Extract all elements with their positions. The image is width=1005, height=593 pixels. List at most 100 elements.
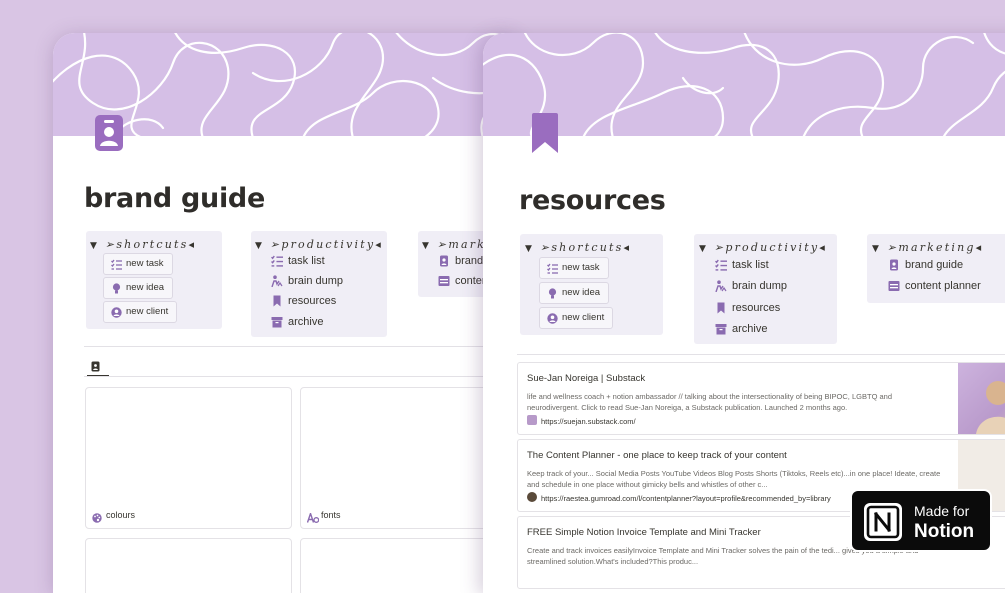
toggle-heading: ➢productivity◂ [269,238,383,251]
marketing-block: ▼ ➢marketing◂ brand guide content planner [867,234,1005,303]
badge-made-for-text: Made for [914,503,970,519]
card-title: fonts [321,510,341,520]
gallery-card-fonts[interactable]: fonts [300,387,507,529]
toggle-triangle-icon[interactable]: ▼ [255,241,262,251]
brain-icon [271,275,283,290]
new-idea-button[interactable]: new idea [539,282,610,307]
checklist-icon [715,259,727,274]
new-client-button[interactable]: new client [539,307,614,332]
link-label: brain dump [732,280,788,292]
task-list-link[interactable]: task list [271,255,325,267]
gallery-view-tab[interactable] [87,355,109,377]
notion-logo-icon [864,503,902,541]
new-task-button[interactable]: new task [103,253,173,275]
toggle-triangle-icon[interactable]: ▼ [90,241,97,251]
checklist-icon [111,258,122,278]
new-idea-button[interactable]: new idea [103,277,174,302]
pill-label: new idea [126,282,165,293]
bookmark-icon[interactable] [532,113,558,158]
new-task-button[interactable]: new task [539,257,609,279]
gallery-divider [84,376,523,377]
palette-icon [92,510,102,528]
bookmark-title: Sue-Jan Noreiga | Substack [527,373,646,384]
fonts-icon [306,510,320,528]
user-circle-icon [547,312,558,332]
toggle-triangle-icon[interactable]: ▼ [872,244,879,254]
bookmark-substack[interactable]: Sue-Jan Noreiga | Substack life and well… [517,362,1005,435]
shortcuts-block: ▼ ➢shortcuts◂ new task new idea new clien… [520,234,663,335]
pill-label: new client [562,312,605,323]
productivity-block: ▼ ➢productivity◂ task list brain dump res… [694,234,837,344]
lightbulb-icon [111,282,122,302]
checklist-icon [271,255,283,270]
user-circle-icon [111,306,122,326]
made-for-notion-badge: Made for Notion [850,489,992,552]
toggle-heading: ➢mark [436,238,487,251]
toggle-triangle-icon[interactable]: ▼ [525,244,532,254]
toggle-heading: ➢productivity◂ [713,241,827,254]
resources-link[interactable]: resources [273,295,337,307]
bookmark-title: The Content Planner - one place to keep … [527,450,787,461]
archive-icon [271,316,283,331]
new-client-button[interactable]: new client [103,301,178,326]
bookmark-url: https://raestea.gumroad.com/l/contentpla… [541,494,831,503]
cover-pattern [483,33,1005,136]
page-title: brand guide [84,183,265,214]
bookmark-thumbnail [958,363,1005,434]
shortcuts-toggle[interactable]: ▼ ➢shortcuts◂ [86,237,222,253]
archive-link[interactable]: archive [271,316,323,328]
productivity-block: ▼ ➢productivity◂ task list brain dump res… [251,231,387,337]
brain-dump-link[interactable]: brain dump [271,275,344,288]
brand-guide-link[interactable]: brand [440,255,484,267]
marketing-toggle[interactable]: ▼ ➢marketing◂ [867,240,1005,256]
content-planner-link[interactable]: content planner [888,280,981,292]
pill-label: new client [126,306,169,317]
checklist-icon [547,262,558,282]
productivity-toggle[interactable]: ▼ ➢productivity◂ [251,237,387,253]
link-label: brand [455,255,484,267]
link-label: resources [732,302,781,314]
link-label: resources [288,295,337,307]
id-badge-icon [888,259,900,274]
page-title: resources [519,185,666,216]
bookmark-icon [715,302,727,317]
page-cover [53,33,523,136]
lightbulb-icon [547,287,558,307]
link-label: brand guide [905,259,964,271]
cover-pattern [53,33,520,136]
id-badge-icon [438,255,450,270]
gallery-card[interactable] [85,538,292,593]
pill-label: new task [126,258,164,269]
brain-dump-link[interactable]: brain dump [715,280,788,293]
toggle-triangle-icon[interactable]: ▼ [422,241,429,251]
card-title: colours [106,510,136,520]
link-label: task list [288,255,325,267]
productivity-toggle[interactable]: ▼ ➢productivity◂ [694,240,837,256]
bookmark-description: Keep track of your... Social Media Posts… [527,469,941,489]
substack-favicon-icon [527,415,537,425]
gumroad-favicon-icon [527,492,537,502]
task-list-link[interactable]: task list [715,259,769,271]
resources-link[interactable]: resources [717,302,781,314]
gallery-card-colours[interactable]: colours [85,387,292,529]
bookmark-icon [271,295,283,310]
pill-label: new task [562,262,600,273]
section-divider [84,346,523,347]
brand-guide-link[interactable]: brand guide [890,259,964,271]
id-badge-icon [91,359,100,377]
link-label: brain dump [288,275,344,287]
link-label: content planner [905,280,981,292]
link-label: task list [732,259,769,271]
toggle-heading: ➢shortcuts◂ [104,238,197,251]
id-badge-icon[interactable] [95,115,123,156]
toggle-triangle-icon[interactable]: ▼ [699,244,706,254]
shortcuts-block: ▼ ➢shortcuts◂ new task new idea new clien… [86,231,222,329]
gallery-card[interactable] [300,538,507,593]
toggle-heading: ➢marketing◂ [886,241,984,254]
section-divider [517,354,1005,355]
archive-link[interactable]: archive [715,323,767,335]
shortcuts-toggle[interactable]: ▼ ➢shortcuts◂ [520,240,663,256]
toggle-heading: ➢shortcuts◂ [539,241,632,254]
badge-notion-text: Notion [914,521,975,542]
pill-label: new idea [562,287,601,298]
